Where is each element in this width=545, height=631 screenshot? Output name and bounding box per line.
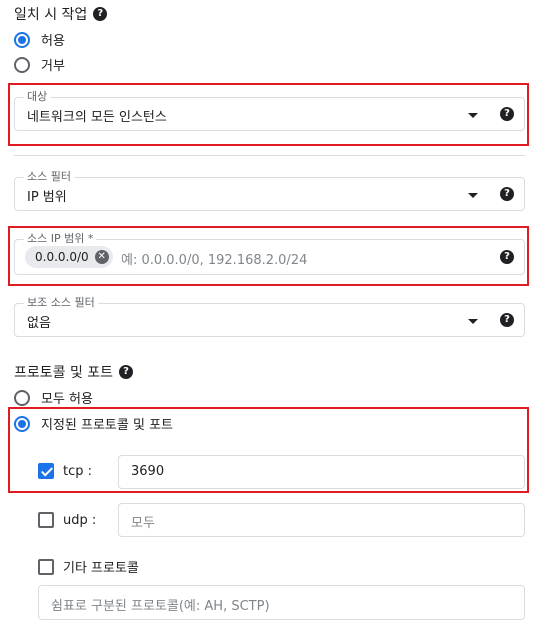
dropdown-caret-icon[interactable]: [468, 193, 478, 198]
targets-label: 대상: [24, 90, 51, 104]
source-filter-label: 소스 필터: [24, 170, 74, 184]
source-ip-ranges-label: 소스 IP 범위 *: [24, 232, 97, 246]
source-filter-value: IP 범위: [27, 190, 67, 205]
other-protocols-checkbox-row[interactable]: 기타 프로토콜: [38, 557, 139, 576]
tcp-ports-input[interactable]: 3690: [118, 455, 525, 489]
dropdown-caret-icon[interactable]: [468, 113, 478, 118]
radio-allow[interactable]: 허용: [14, 30, 65, 49]
radio-allow-all[interactable]: 모두 허용: [14, 388, 93, 407]
secondary-source-filter-value: 없음: [27, 316, 51, 331]
radio-allow-label: 허용: [41, 34, 65, 49]
udp-ports-placeholder: 모두: [131, 516, 155, 531]
tcp-checkbox-row[interactable]: tcp :: [38, 463, 92, 479]
targets-select[interactable]: 대상 네트워크의 모든 인스턴스 ?: [14, 90, 525, 131]
checkbox-unchecked-icon[interactable]: [38, 512, 54, 528]
radio-checked-icon: [14, 31, 30, 48]
ip-range-chip-text: 0.0.0.0/0: [35, 250, 89, 264]
divider: [14, 155, 525, 156]
help-icon[interactable]: ?: [500, 107, 514, 121]
radio-deny[interactable]: 거부: [14, 55, 65, 74]
help-icon[interactable]: ?: [119, 365, 134, 379]
checkbox-unchecked-icon[interactable]: [38, 558, 54, 575]
targets-value: 네트워크의 모든 인스턴스: [27, 110, 167, 125]
udp-checkbox-row[interactable]: udp :: [38, 512, 96, 528]
dropdown-caret-icon[interactable]: [468, 319, 478, 324]
protocols-heading-text: 프로토콜 및 포트: [14, 365, 114, 381]
help-icon[interactable]: ?: [500, 250, 514, 264]
action-on-match-heading: 일치 시 작업 ?: [14, 4, 108, 24]
radio-specified-protocols[interactable]: 지정된 프로토콜 및 포트: [14, 414, 173, 433]
source-ip-ranges-input[interactable]: 소스 IP 범위 * 0.0.0.0/0 ✕ 예: 0.0.0.0/0, 192…: [14, 232, 525, 275]
radio-specified-label: 지정된 프로토콜 및 포트: [41, 418, 173, 433]
radio-allow-all-label: 모두 허용: [41, 392, 93, 407]
udp-label: udp :: [63, 512, 97, 528]
help-icon[interactable]: ?: [500, 313, 514, 327]
other-protocols-label: 기타 프로토콜: [63, 561, 139, 576]
other-protocols-placeholder: 쉼표로 구분된 프로토콜(예: AH, SCTP): [51, 599, 270, 614]
tcp-label: tcp :: [63, 463, 93, 479]
radio-checked-icon: [14, 415, 30, 432]
ip-range-chip[interactable]: 0.0.0.0/0 ✕: [25, 246, 113, 268]
source-filter-select[interactable]: 소스 필터 IP 범위 ?: [14, 170, 525, 211]
secondary-source-filter-select[interactable]: 보조 소스 필터 없음 ?: [14, 296, 525, 337]
source-ip-placeholder: 예: 0.0.0.0/0, 192.168.2.0/24: [121, 253, 308, 268]
help-icon[interactable]: ?: [500, 187, 514, 201]
secondary-source-filter-label: 보조 소스 필터: [24, 296, 98, 310]
help-icon[interactable]: ?: [93, 7, 108, 21]
tcp-ports-value: 3690: [131, 464, 165, 479]
action-heading-text: 일치 시 작업: [14, 7, 88, 23]
radio-deny-label: 거부: [41, 59, 65, 74]
other-protocols-input[interactable]: 쉼표로 구분된 프로토콜(예: AH, SCTP): [38, 585, 525, 620]
checkbox-checked-icon[interactable]: [38, 463, 54, 479]
chip-remove-icon[interactable]: ✕: [94, 250, 109, 264]
udp-ports-input[interactable]: 모두: [118, 503, 525, 537]
radio-unchecked-icon: [14, 389, 30, 406]
protocols-ports-heading: 프로토콜 및 포트 ?: [14, 362, 134, 382]
radio-unchecked-icon: [14, 56, 30, 73]
